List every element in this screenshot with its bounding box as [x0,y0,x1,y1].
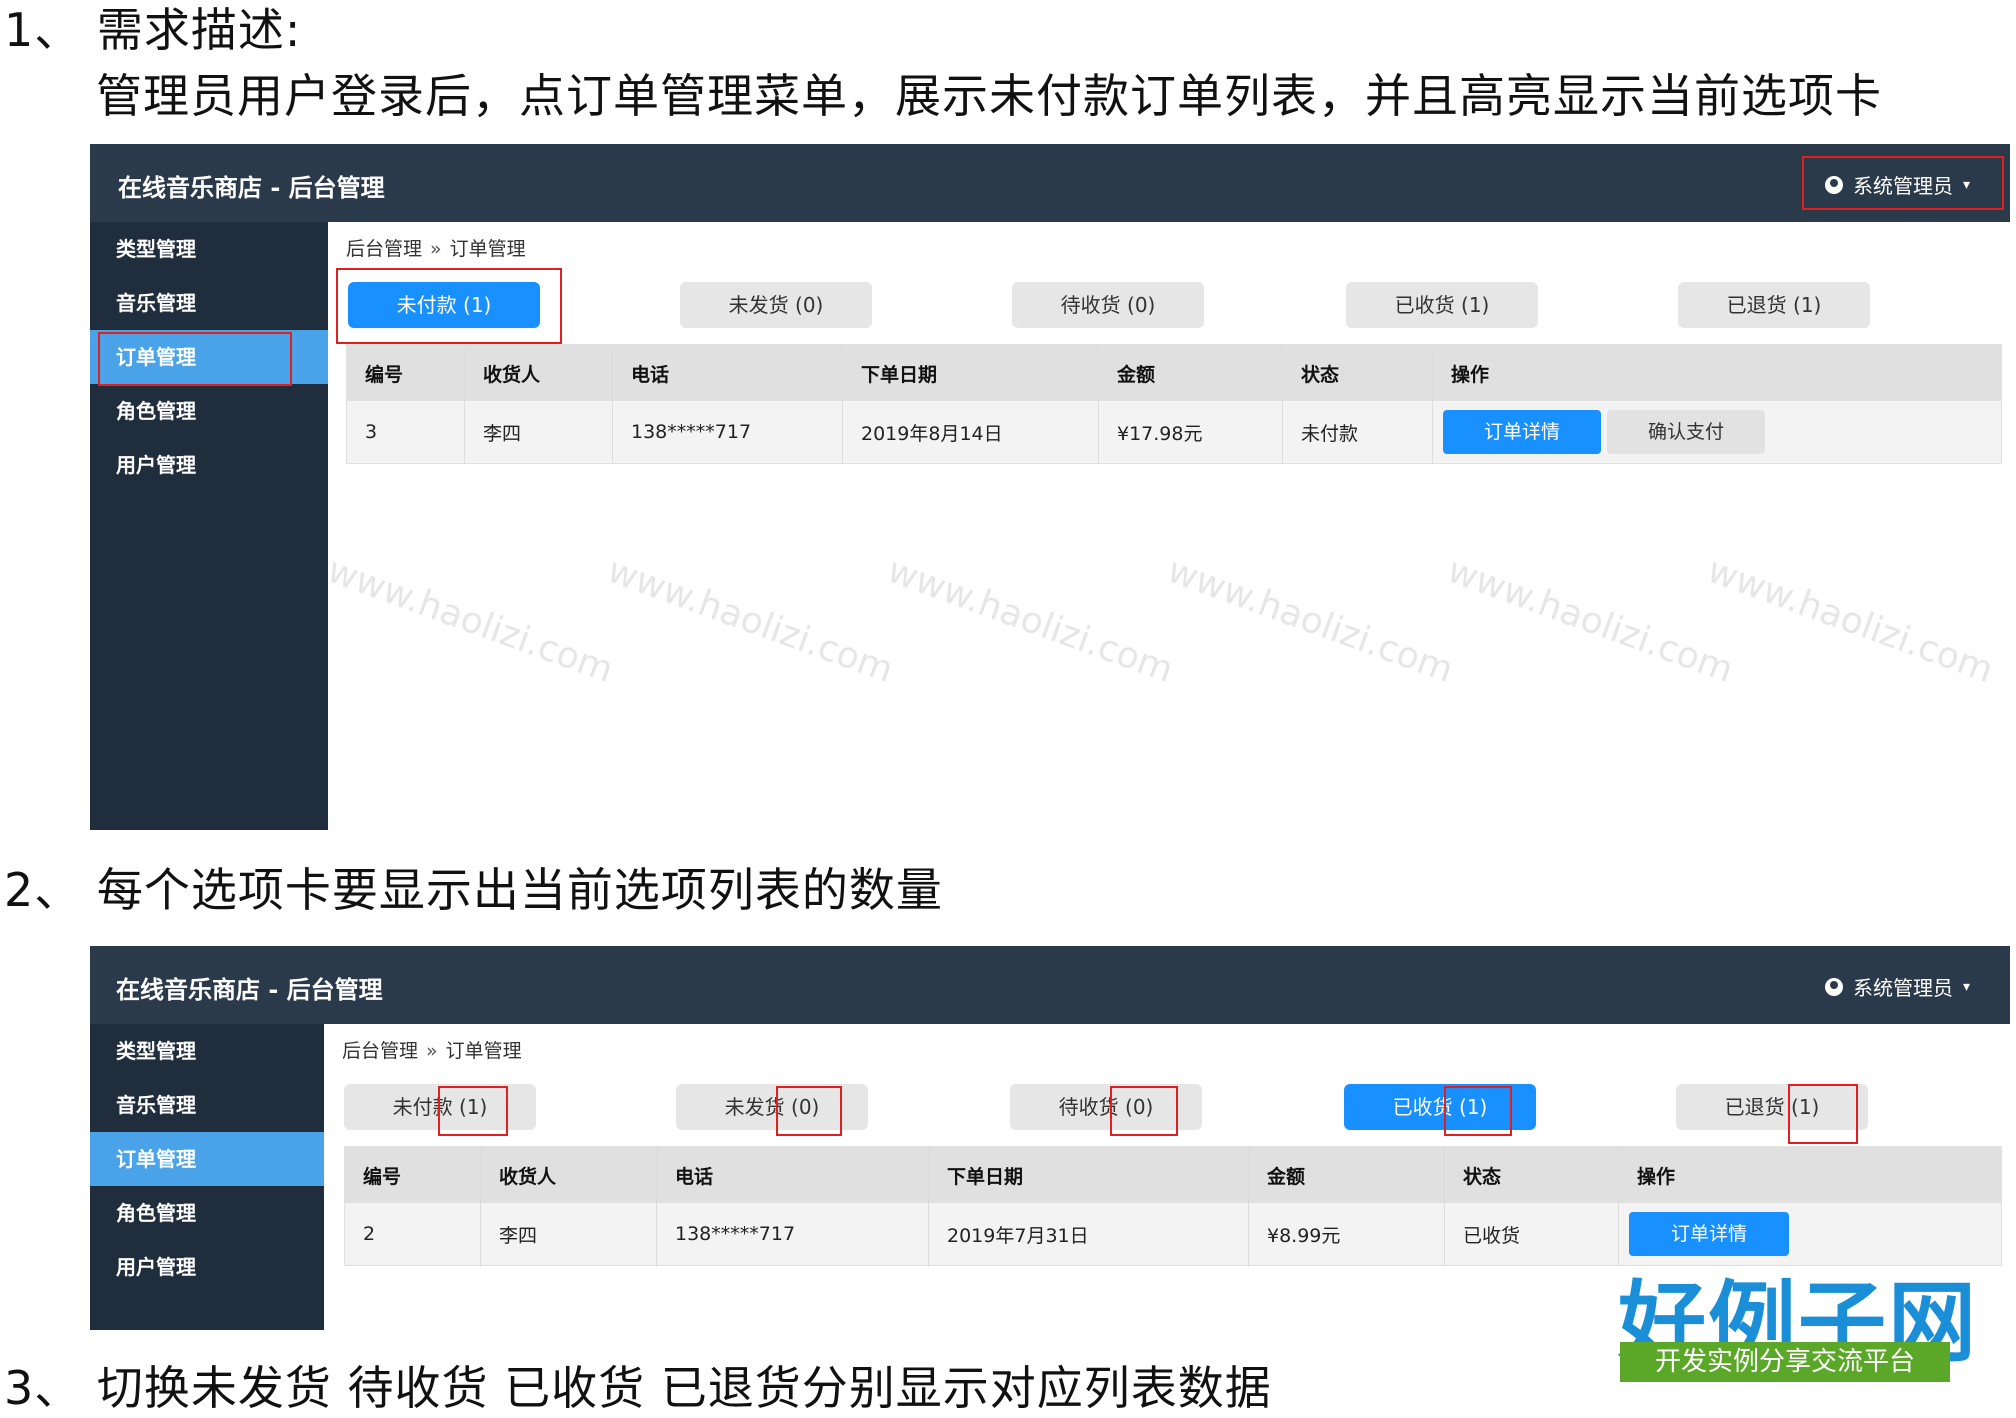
cell-receiver: 李四 [481,1203,657,1265]
col-id: 编号 [345,1147,481,1203]
tab-unshipped[interactable]: 未发货 (0) [680,282,872,328]
highlight-count-received [1444,1086,1512,1136]
highlight-active-tab [336,268,562,344]
highlight-orders-menu [98,332,292,386]
heading-1-number: 1、 [4,3,82,57]
col-phone: 电话 [657,1147,929,1203]
heading-1: 1、 需求描述: [4,0,301,60]
tab-pending-receipt[interactable]: 待收货 (0) [1012,282,1204,328]
cell-date: 2019年7月31日 [929,1203,1249,1265]
sidebar-item-type[interactable]: 类型管理 [90,222,328,276]
site-logo-tagline: 开发实例分享交流平台 [1620,1342,1950,1382]
cell-status: 已收货 [1445,1203,1619,1265]
col-status: 状态 [1445,1147,1619,1203]
breadcrumb: 后台管理 » 订单管理 [346,234,526,261]
cell-amount: ¥17.98元 [1099,401,1283,463]
col-phone: 电话 [613,345,843,401]
highlight-count-unpaid [438,1086,508,1136]
col-amount: 金额 [1249,1147,1445,1203]
heading-1-title: 需求描述: [96,3,302,57]
sidebar-item-music[interactable]: 音乐管理 [90,1078,324,1132]
cell-id: 3 [347,401,465,463]
heading-1-subtitle: 管理员用户登录后，点订单管理菜单，展示未付款订单列表，并且高亮显示当前选项卡 [96,69,1882,123]
cell-amount: ¥8.99元 [1249,1203,1445,1265]
breadcrumb-separator: » [426,1040,438,1062]
heading-3-number: 3、 [4,1361,82,1415]
caret-down-icon: ▾ [1962,978,1970,995]
col-actions: 操作 [1637,1165,1676,1188]
tab-returned[interactable]: 已退货 (1) [1678,282,1870,328]
sidebar-item-music[interactable]: 音乐管理 [90,276,328,330]
confirm-payment-button[interactable]: 确认支付 [1607,410,1765,454]
breadcrumb-root[interactable]: 后台管理 [346,238,422,260]
cell-phone: 138*****717 [657,1203,929,1265]
heading-2-title: 每个选项卡要显示出当前选项列表的数量 [96,863,943,917]
cell-date: 2019年8月14日 [843,401,1099,463]
orders-table: 编号 收货人 电话 下单日期 金额 状态 操作 3 李四 138*****717… [346,344,2002,464]
sidebar-item-roles[interactable]: 角色管理 [90,384,328,438]
sidebar: 类型管理 音乐管理 订单管理 角色管理 用户管理 [90,1024,324,1330]
sidebar-item-type[interactable]: 类型管理 [90,1024,324,1078]
cell-phone: 138*****717 [613,401,843,463]
table-row: 3 李四 138*****717 2019年8月14日 ¥17.98元 未付款 … [347,401,2001,463]
sidebar-item-users[interactable]: 用户管理 [90,1240,324,1294]
highlight-count-pending [1110,1086,1178,1136]
sidebar-item-roles[interactable]: 角色管理 [90,1186,324,1240]
heading-2-number: 2、 [4,863,82,917]
table-header: 编号 收货人 电话 下单日期 金额 状态 操作 [345,1147,2001,1203]
breadcrumb-current: 订单管理 [445,1040,522,1062]
app-title: 在线音乐商店 - 后台管理 [118,174,385,202]
cell-actions: 订单详情 确认支付 [1433,401,2001,463]
highlight-count-returned [1788,1084,1858,1144]
sidebar-item-orders[interactable]: 订单管理 [90,1132,324,1186]
order-detail-button[interactable]: 订单详情 [1443,410,1601,454]
col-receiver: 收货人 [465,345,613,401]
col-receiver: 收货人 [481,1147,657,1203]
col-amount: 金额 [1099,345,1283,401]
cell-id: 2 [345,1203,481,1265]
col-actions: 操作 [1451,363,1490,386]
app-title: 在线音乐商店 - 后台管理 [116,976,383,1004]
breadcrumb-root[interactable]: 后台管理 [342,1040,418,1062]
heading-3-title: 切换未发货 待收货 已收货 已退货分别显示对应列表数据 [96,1361,1272,1415]
col-id: 编号 [347,345,465,401]
heading-2: 2、 每个选项卡要显示出当前选项列表的数量 [4,854,943,920]
col-date: 下单日期 [929,1147,1249,1203]
breadcrumb: 后台管理 » 订单管理 [342,1036,522,1063]
highlight-count-unshipped [776,1086,842,1136]
breadcrumb-current: 订单管理 [449,238,526,260]
highlight-user-menu [1802,156,2004,210]
user-icon [1824,977,1843,996]
table-header: 编号 收货人 电话 下单日期 金额 状态 操作 [347,345,2001,401]
top-bar: 在线音乐商店 - 后台管理 系统管理员 ▾ [90,946,2010,1024]
cell-status: 未付款 [1283,401,1433,463]
col-date: 下单日期 [843,345,1099,401]
tab-received[interactable]: 已收货 (1) [1346,282,1538,328]
user-menu[interactable]: 系统管理员 ▾ [1824,972,1970,1001]
col-status: 状态 [1283,345,1433,401]
sidebar-item-users[interactable]: 用户管理 [90,438,328,492]
top-bar: 在线音乐商店 - 后台管理 系统管理员 ▾ [90,144,2010,222]
sidebar: 类型管理 音乐管理 订单管理 角色管理 用户管理 [90,222,328,830]
user-name: 系统管理员 [1852,976,1953,1000]
breadcrumb-separator: » [430,238,442,260]
heading-3: 3、 切换未发货 待收货 已收货 已退货分别显示对应列表数据 [4,1352,1272,1418]
orders-table: 编号 收货人 电话 下单日期 金额 状态 操作 2 李四 138*****717… [344,1146,2002,1266]
order-detail-button[interactable]: 订单详情 [1629,1212,1789,1256]
admin-screen-1: 在线音乐商店 - 后台管理 系统管理员 ▾ 类型管理 音乐管理 订单管理 角色管… [90,144,2010,830]
cell-receiver: 李四 [465,401,613,463]
